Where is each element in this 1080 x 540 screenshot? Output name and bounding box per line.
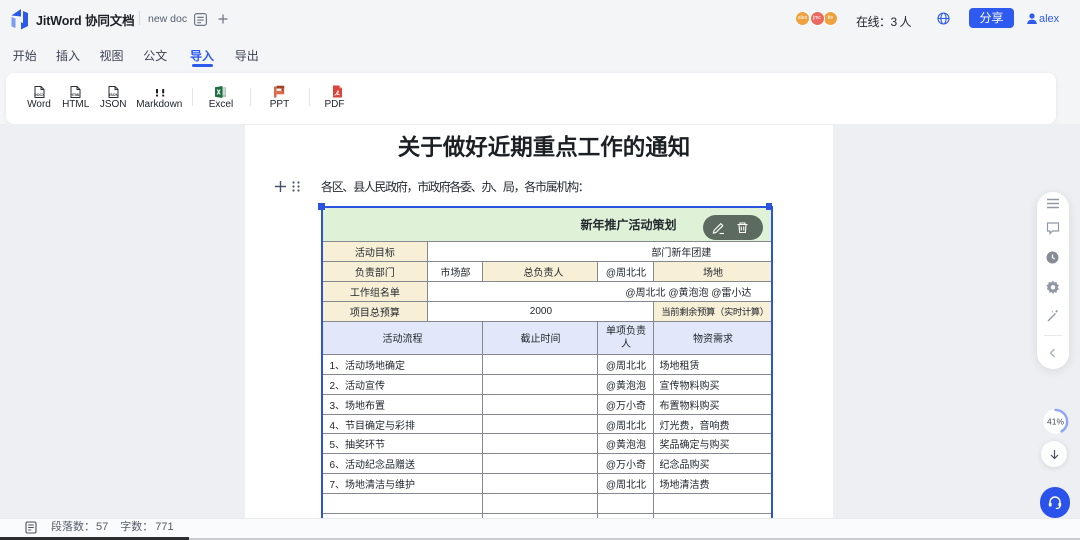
svg-text:JSON: JSON [108,93,118,97]
svg-text:DOCX: DOCX [34,93,45,97]
svg-text:HTML: HTML [70,93,81,97]
svg-text:41%: 41% [1047,416,1064,426]
